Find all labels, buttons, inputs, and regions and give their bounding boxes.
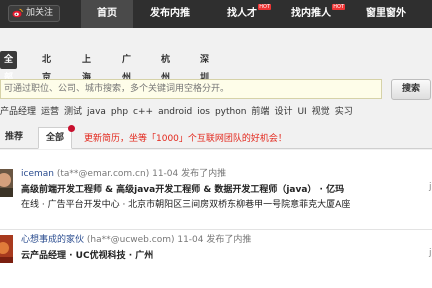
nav-item-window[interactable]: 窗里窗外 [355, 0, 417, 28]
keyword-list: 产品经理 运营 测试 java php c++ android ios python 前端 设计 UI… [0, 104, 358, 118]
keyword-link[interactable]: python [215, 107, 246, 117]
city-hangzhou[interactable]: 杭州 [161, 51, 170, 83]
job-title-link[interactable]: 云产品经理 · UC优视科技 · 广州 [21, 248, 432, 261]
edge-glyph: j [429, 248, 432, 258]
post-time: 11-04 发布了内推 [152, 169, 227, 179]
username-link[interactable]: iceman [21, 169, 54, 179]
user-email: (ta**@emar.com.cn) [56, 169, 150, 179]
follow-button[interactable]: 加关注 [8, 5, 60, 22]
user-email: (ha**@ucweb.com) [86, 235, 175, 245]
keyword-link[interactable]: UI [297, 107, 306, 117]
keyword-link[interactable]: android [158, 107, 192, 117]
keyword-link[interactable]: 前端 [251, 107, 269, 117]
nav-item-home[interactable]: 首页 [81, 0, 133, 28]
nav-item-post-referral[interactable]: 发布内推 [137, 0, 203, 28]
post-meta: iceman (ta**@emar.com.cn) 11-04 发布了内推 [21, 166, 226, 179]
keyword-link[interactable]: ios [197, 107, 210, 117]
city-shenzhen[interactable]: 深圳 [200, 51, 209, 83]
list-item[interactable]: iceman (ta**@emar.com.cn) 11-04 发布了内推 高级… [0, 164, 432, 230]
keyword-link[interactable]: c++ [133, 107, 153, 117]
city-all[interactable]: 全部 [0, 51, 18, 83]
nav-item-label: 找内推人 [291, 8, 331, 19]
job-title-link[interactable]: 高级前端开发工程师 & 高级java开发工程师 & 数据开发工程师（java） … [21, 182, 432, 195]
tab-label: 全部 [45, 133, 64, 143]
search-input[interactable] [1, 80, 377, 98]
keyword-link[interactable]: 设计 [274, 107, 292, 117]
keyword-link[interactable]: php [111, 107, 128, 117]
keyword-link[interactable]: 测试 [64, 107, 82, 117]
search-button[interactable]: 搜索 [391, 79, 431, 100]
tab-recommend[interactable]: 推荐 [0, 127, 28, 149]
nav-item-label: 首页 [97, 8, 117, 19]
follow-label: 加关注 [26, 8, 54, 18]
keyword-link[interactable]: 运营 [41, 107, 59, 117]
city-beijing[interactable]: 北京 [42, 51, 51, 83]
nav-item-label: 窗里窗外 [366, 8, 406, 19]
avatar[interactable] [0, 235, 13, 263]
notification-dot [68, 125, 75, 132]
city-shanghai[interactable]: 上海 [82, 51, 91, 83]
nav-item-find-referrer[interactable]: 找内推人 HOT [276, 0, 346, 28]
nav-item-label: 找人才 [227, 8, 257, 19]
keyword-link[interactable]: java [87, 107, 106, 117]
weibo-icon [12, 8, 23, 18]
nav-item-label: 发布内推 [150, 8, 190, 19]
list-item[interactable]: 心想事成的家伙 (ha**@ucweb.com) 11-04 发布了内推 云产品… [0, 232, 432, 288]
keyword-link[interactable]: 视觉 [312, 107, 330, 117]
search-box [0, 79, 382, 99]
city-guangzhou[interactable]: 广州 [122, 51, 131, 83]
hot-badge: HOT [332, 4, 345, 10]
post-meta: 心想事成的家伙 (ha**@ucweb.com) 11-04 发布了内推 [21, 232, 251, 245]
job-location: 在线 · 广告平台开发中心 · 北京市朝阳区三间房双桥东柳巷甲一号院意菲克大厦A… [21, 200, 351, 210]
referral-feed: iceman (ta**@emar.com.cn) 11-04 发布了内推 高级… [0, 150, 432, 288]
avatar[interactable] [0, 169, 13, 197]
keyword-link[interactable]: 实习 [335, 107, 353, 117]
tab-all[interactable]: 全部 [38, 127, 72, 149]
edge-glyph: j [429, 182, 432, 192]
hot-badge: HOT [258, 4, 271, 10]
post-time: 11-04 发布了内推 [177, 235, 252, 245]
top-nav-bar: 加关注 首页 发布内推 找人才 HOT 找内推人 HOT 窗里窗外 [0, 0, 432, 28]
username-link[interactable]: 心想事成的家伙 [21, 235, 84, 245]
tab-label: 推荐 [4, 132, 23, 142]
keyword-link[interactable]: 产品经理 [0, 107, 36, 117]
nav-item-find-talent[interactable]: 找人才 HOT [212, 0, 272, 28]
resume-update-link[interactable]: 更新简历，坐等「1000」个互联网团队的好机会！ [84, 131, 287, 144]
